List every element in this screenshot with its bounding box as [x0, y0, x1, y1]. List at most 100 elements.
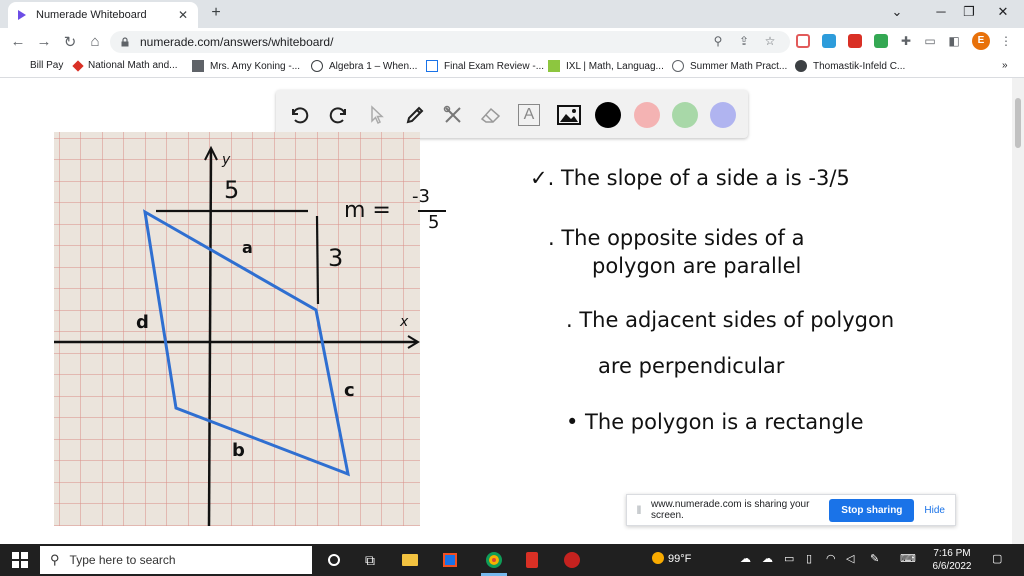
bookmark-ixl[interactable]: IXL | Math, Languag...	[548, 60, 664, 72]
bookmark-bill-pay[interactable]: Bill Pay	[30, 60, 63, 71]
side-panel-icon[interactable]: ◧	[946, 34, 962, 48]
weather-icon[interactable]	[652, 552, 664, 565]
onedrive-icon[interactable]: ☁	[740, 552, 751, 565]
text-tool-icon[interactable]: A	[516, 102, 542, 128]
undo-icon[interactable]	[286, 102, 312, 128]
new-tab-button[interactable]: +	[206, 4, 226, 22]
page-scrollbar[interactable]	[1012, 78, 1024, 544]
minimize-button[interactable]: ─	[930, 4, 952, 19]
network-icon[interactable]: ▭	[784, 552, 794, 565]
profile-avatar[interactable]: E	[972, 32, 990, 50]
share-icon[interactable]: ⇪	[736, 34, 752, 48]
side-d-label: d	[136, 312, 149, 333]
windows-taskbar: ⚲ Type here to search ⧉ 99°F ☁ ☁ ▭ ▯ ◠ ◁…	[0, 544, 1024, 576]
tools-icon[interactable]	[440, 102, 466, 128]
whiteboard-toolbar: A	[276, 90, 748, 138]
globe-icon	[795, 60, 807, 72]
zoom-icon[interactable]: ⚲	[710, 34, 726, 48]
note-slope-statement: ✓. The slope of a side a is -3/5	[530, 166, 850, 190]
chrome-taskbar-icon[interactable]	[484, 550, 504, 570]
tab-search-icon[interactable]: ⌄	[886, 4, 908, 20]
microsoft-store-icon[interactable]	[440, 550, 460, 570]
close-window-button[interactable]: ✕	[992, 4, 1014, 20]
volume-icon[interactable]: ◁	[846, 552, 854, 565]
file-explorer-icon[interactable]	[400, 550, 420, 570]
side-c-label: c	[344, 380, 355, 401]
clock-time: 7:16 PM	[933, 548, 971, 559]
slope-numerator: -3	[412, 186, 430, 207]
url-text: numerade.com/answers/whiteboard/	[140, 35, 334, 49]
x-axis-label: x	[400, 314, 409, 330]
extension-grammar-icon[interactable]	[874, 34, 888, 48]
reload-icon[interactable]: ↻	[60, 33, 80, 51]
cortana-icon[interactable]	[324, 550, 344, 570]
extensions-puzzle-icon[interactable]: ✚	[898, 34, 914, 48]
menu-kebab-icon[interactable]: ⋮	[998, 34, 1014, 48]
color-green-swatch[interactable]	[672, 102, 698, 128]
app-wave-icon[interactable]	[562, 550, 582, 570]
color-purple-swatch[interactable]	[710, 102, 736, 128]
weather-temp[interactable]: 99°F	[668, 553, 691, 565]
wifi-icon[interactable]: ◠	[826, 552, 836, 565]
search-icon: ⚲	[50, 552, 60, 567]
task-view-icon[interactable]: ⧉	[360, 550, 380, 570]
cast-icon[interactable]: ▭	[922, 34, 938, 48]
home-icon[interactable]: ⌂	[85, 33, 105, 50]
back-icon[interactable]: ←	[8, 33, 28, 50]
y-axis-label: y	[222, 152, 231, 168]
bookmark-summer-math[interactable]: Summer Math Pract...	[672, 60, 787, 72]
nm-icon	[72, 59, 84, 72]
restore-button[interactable]: ❐	[958, 4, 980, 20]
summer-icon	[672, 60, 684, 72]
bookmark-star-icon[interactable]: ☆	[762, 34, 778, 48]
redo-icon[interactable]	[326, 102, 352, 128]
drag-handle-icon[interactable]: ‖	[631, 503, 647, 517]
lock-icon	[121, 37, 129, 47]
scrollbar-thumb[interactable]	[1015, 98, 1021, 148]
extension-pdf-icon[interactable]	[848, 34, 862, 48]
color-pink-swatch[interactable]	[634, 102, 660, 128]
bookmark-amy-koning[interactable]: Mrs. Amy Koning -...	[192, 60, 300, 72]
note-perpendicular: are perpendicular	[598, 354, 785, 378]
bookmark-final-exam-review[interactable]: Final Exam Review -...	[426, 60, 544, 72]
pen-icon[interactable]	[402, 102, 428, 128]
bookmarks-bar: Bill Pay National Math and... Mrs. Amy K…	[0, 56, 1024, 78]
select-cursor-icon[interactable]	[364, 102, 390, 128]
calendar-icon	[426, 60, 438, 72]
bookmark-algebra-1[interactable]: Algebra 1 – When...	[311, 60, 417, 72]
bookmarks-overflow-icon[interactable]: »	[1002, 60, 1008, 71]
hide-button[interactable]: Hide	[924, 505, 945, 516]
note-rectangle: • The polygon is a rectangle	[566, 410, 864, 434]
note-parallel: polygon are parallel	[592, 254, 802, 278]
slope-denominator: 5	[428, 212, 440, 233]
battery-icon[interactable]: ▯	[806, 552, 812, 565]
screen-share-bar: ‖ www.numerade.com is sharing your scree…	[626, 494, 956, 526]
stop-sharing-button[interactable]: Stop sharing	[829, 498, 915, 522]
numerade-favicon-icon	[18, 10, 26, 20]
onedrive-status-icon[interactable]: ☁	[762, 552, 773, 565]
forward-icon[interactable]: →	[34, 33, 54, 50]
taskbar-search-input[interactable]: ⚲ Type here to search	[40, 546, 312, 574]
bookmark-national-math[interactable]: National Math and...	[72, 59, 178, 72]
slope-m-label: m =	[344, 198, 391, 223]
image-icon[interactable]	[556, 102, 582, 128]
keyboard-icon[interactable]: ⌨	[900, 552, 916, 565]
browser-tab[interactable]: Numerade Whiteboard ✕	[8, 2, 198, 28]
eraser-icon[interactable]	[478, 102, 504, 128]
color-black-swatch[interactable]	[595, 102, 621, 128]
extension-screencast-icon[interactable]	[822, 34, 836, 48]
system-clock[interactable]: 7:16 PM 6/6/2022	[924, 547, 980, 573]
side-b-label: b	[232, 440, 245, 461]
app-red-icon[interactable]	[522, 550, 542, 570]
bookmark-thomastik[interactable]: Thomastik-Infeld C...	[795, 60, 905, 72]
address-bar[interactable]: numerade.com/answers/whiteboard/	[110, 31, 790, 53]
tab-close-icon[interactable]: ✕	[176, 8, 190, 22]
notifications-icon[interactable]: ▢	[992, 552, 1002, 565]
windows-start-icon[interactable]	[12, 552, 28, 568]
wordpress-icon	[311, 60, 323, 72]
extension-record-icon[interactable]	[796, 34, 810, 48]
pen-menu-icon[interactable]: ✎	[870, 552, 879, 565]
share-message: www.numerade.com is sharing your screen.	[651, 499, 810, 521]
tab-bar: Numerade Whiteboard ✕ + ⌄ ─ ❐ ✕	[0, 0, 1024, 28]
doc-icon	[192, 60, 204, 72]
